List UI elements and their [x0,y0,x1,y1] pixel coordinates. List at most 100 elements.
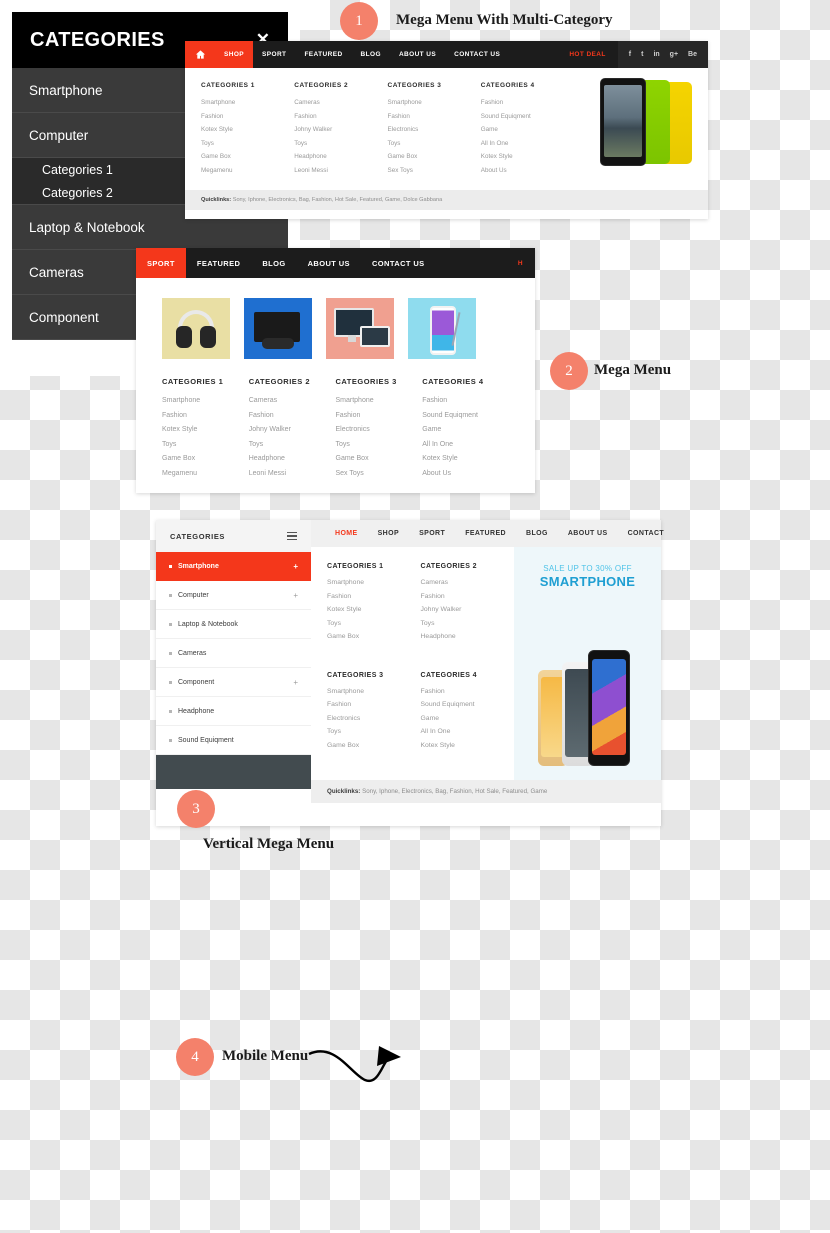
desktop-thumb[interactable] [326,298,394,359]
category-link[interactable]: Johny Walker [249,426,336,433]
googleplus-icon[interactable]: g+ [665,51,683,58]
category-link[interactable]: Sound Equiqment [422,412,509,419]
category-link[interactable]: Kotex Style [327,606,421,613]
category-link[interactable]: Headphone [421,633,515,640]
category-link[interactable]: Smartphone [327,688,421,695]
sidebar-item-computer[interactable]: Computer + [156,581,311,610]
category-link[interactable]: Fashion [388,113,481,120]
nav-item-featured[interactable]: FEATURED [295,41,351,68]
category-link[interactable]: Toys [249,441,336,448]
category-link[interactable]: Leoni Messi [294,167,387,174]
category-link[interactable]: Game Box [336,455,423,462]
category-link[interactable]: Game Box [388,153,481,160]
category-link[interactable]: Kotex Style [162,426,249,433]
sidebar-item-headphone[interactable]: Headphone [156,697,311,726]
category-link[interactable]: Sound Equiqment [421,701,515,708]
hamburger-icon[interactable] [287,531,297,541]
nav-item-sport[interactable]: SPORT [253,41,295,68]
category-link[interactable]: Megamenu [201,167,294,174]
hot-deal-link[interactable]: H [506,248,535,278]
category-link[interactable]: Kotex Style [421,742,515,749]
linkedin-icon[interactable]: in [648,51,664,58]
category-link[interactable]: Smartphone [162,397,249,404]
expand-icon[interactable]: + [293,678,298,687]
category-link[interactable]: Toys [327,620,421,627]
headphone-thumb[interactable] [162,298,230,359]
category-link[interactable]: Game [421,715,515,722]
nav-item-blog[interactable]: BLOG [251,248,296,278]
nav-item-about-us[interactable]: ABOUT US [558,530,618,537]
nav-item-contact-us[interactable]: CONTACT US [445,41,509,68]
category-link[interactable]: Fashion [422,397,509,404]
category-link[interactable]: Sex Toys [336,470,423,477]
behance-icon[interactable]: Be [683,51,702,58]
category-link[interactable]: Megamenu [162,470,249,477]
category-link[interactable]: Smartphone [336,397,423,404]
nav-item-sport[interactable]: SPORT [136,248,186,283]
category-link[interactable]: Game Box [201,153,294,160]
categories-header[interactable]: CATEGORIES [156,520,311,552]
category-link[interactable]: Headphone [294,153,387,160]
home-icon[interactable] [185,41,215,68]
category-link[interactable]: Johny Walker [421,606,515,613]
category-link[interactable]: Sound Equiqment [481,113,574,120]
sidebar-item-laptop-notebook[interactable]: Laptop & Notebook [156,610,311,639]
category-link[interactable]: Cameras [249,397,336,404]
category-link[interactable]: Game [422,426,509,433]
facebook-icon[interactable]: f [624,51,636,58]
hot-deal-link[interactable]: HOT DEAL [557,41,617,68]
category-link[interactable]: Kotex Style [422,455,509,462]
category-link[interactable]: Cameras [421,579,515,586]
nav-item-home[interactable]: HOME [325,530,368,537]
category-link[interactable]: About Us [481,167,574,174]
category-link[interactable]: Electronics [336,426,423,433]
category-link[interactable]: Cameras [294,99,387,106]
sidebar-item-smartphone[interactable]: Smartphone + [156,552,311,581]
nav-item-featured[interactable]: FEATURED [186,248,251,278]
category-link[interactable]: Game Box [327,633,421,640]
nav-item-featured[interactable]: FEATURED [455,530,516,537]
smartphone-thumb[interactable] [408,298,476,359]
category-link[interactable]: Game [481,126,574,133]
nav-item-about-us[interactable]: ABOUT US [390,41,445,68]
category-link[interactable]: Fashion [294,113,387,120]
category-link[interactable]: About Us [422,470,509,477]
category-link[interactable]: Toys [388,140,481,147]
category-link[interactable]: Fashion [327,593,421,600]
nav-item-sport[interactable]: SPORT [409,530,455,537]
category-link[interactable]: Headphone [249,455,336,462]
twitter-icon[interactable]: t [636,51,648,58]
category-link[interactable]: Fashion [481,99,574,106]
category-link[interactable]: Fashion [327,701,421,708]
category-link[interactable]: All In One [421,728,515,735]
nav-item-contact-us[interactable]: CONTACT US [361,248,436,278]
category-link[interactable]: Toys [327,728,421,735]
expand-icon[interactable]: + [293,591,298,600]
category-link[interactable]: Smartphone [327,579,421,586]
sidebar-item-cameras[interactable]: Cameras [156,639,311,668]
category-link[interactable]: Toys [162,441,249,448]
category-link[interactable]: Fashion [336,412,423,419]
category-link[interactable]: Johny Walker [294,126,387,133]
category-link[interactable]: Fashion [421,593,515,600]
category-link[interactable]: All In One [422,441,509,448]
nav-item-blog[interactable]: BLOG [352,41,390,68]
category-link[interactable]: Kotex Style [481,153,574,160]
category-link[interactable]: Toys [294,140,387,147]
category-link[interactable]: Electronics [388,126,481,133]
sidebar-item-sound-equiqment[interactable]: Sound Equiqment [156,726,311,755]
category-link[interactable]: Game Box [327,742,421,749]
category-link[interactable]: All In One [481,140,574,147]
sidebar-item-component[interactable]: Component + [156,668,311,697]
category-link[interactable]: Toys [336,441,423,448]
category-link[interactable]: Leoni Messi [249,470,336,477]
category-link[interactable]: Toys [421,620,515,627]
category-link[interactable]: Smartphone [388,99,481,106]
expand-icon[interactable]: + [293,562,298,571]
nav-item-contact[interactable]: CONTACT [618,530,675,537]
category-link[interactable]: Fashion [249,412,336,419]
category-link[interactable]: Fashion [421,688,515,695]
category-link[interactable]: Game Box [162,455,249,462]
category-link[interactable]: Smartphone [201,99,294,106]
nav-item-shop[interactable]: SHOP [368,530,409,537]
